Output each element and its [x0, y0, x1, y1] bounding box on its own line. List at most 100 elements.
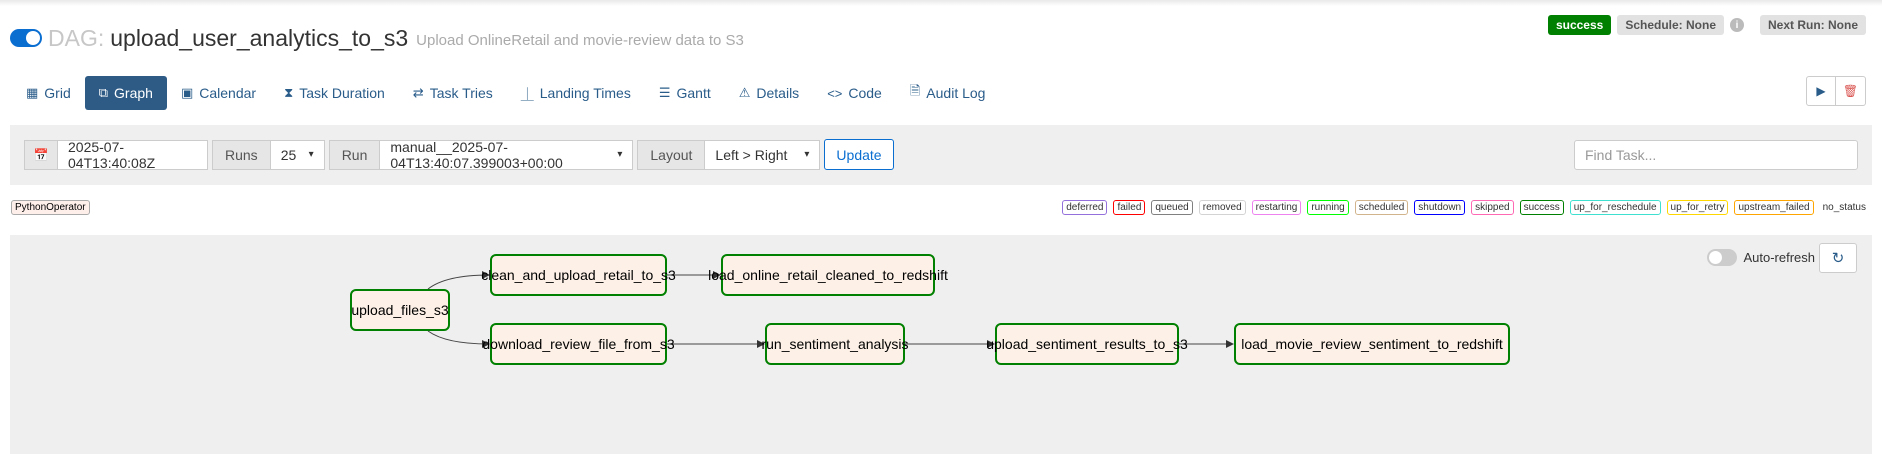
dag-prefix: DAG:: [48, 24, 105, 51]
gantt-icon: ☰: [658, 85, 671, 100]
tab-task-tries[interactable]: ⇄ Task Tries: [399, 76, 507, 110]
tab-details[interactable]: ⚠ Details: [725, 76, 813, 110]
find-task-input[interactable]: Find Task...: [1574, 140, 1858, 170]
dag-actions: ▶ 🗑: [1806, 76, 1866, 106]
tab-label: Task Duration: [299, 85, 385, 101]
layout-value: Left > Right: [715, 146, 788, 163]
refresh-button[interactable]: ↻: [1819, 243, 1857, 273]
dag-title: upload_user_analytics_to_s3: [110, 24, 409, 51]
tab-label: Details: [756, 85, 800, 101]
auto-refresh-switch[interactable]: [1707, 249, 1738, 266]
audit-icon: 🗎: [909, 83, 921, 98]
layout-select[interactable]: Left > Right ▾: [705, 139, 821, 170]
tab-task-duration[interactable]: ⧗ Task Duration: [270, 76, 399, 110]
state-legend: deferred failed queued removed restarting run…: [1062, 200, 1869, 215]
legend-removed[interactable]: removed: [1198, 200, 1246, 215]
chevron-down-icon: ▾: [804, 149, 810, 160]
dag-badges: success Schedule: None i Next Run: None: [1547, 15, 1866, 35]
task-node-load-online-retail-cleaned-to-redshift[interactable]: load_online_retail_cleaned_to_redshift: [708, 254, 948, 296]
chevron-down-icon: ▾: [308, 149, 314, 160]
tab-landing-times[interactable]: ⏊ Landing Times: [507, 76, 645, 110]
tab-label: Audit Log: [926, 85, 986, 101]
delete-dag-button[interactable]: 🗑: [1836, 76, 1866, 106]
update-button[interactable]: Update: [824, 139, 894, 170]
run-select[interactable]: manual__2025-07-04T13:40:07.399003+00:00…: [380, 138, 634, 171]
operator-legend-python: PythonOperator: [11, 200, 90, 215]
toggle-knob: [26, 31, 40, 45]
filter-controls: 📅 2025-07-04T13:40:08Z Runs 25 ▾ Run manu…: [24, 138, 894, 171]
retry-icon: ⇄: [412, 85, 424, 100]
legend-no_status[interactable]: no_status: [1820, 201, 1869, 214]
tab-gantt[interactable]: ☰ Gantt: [645, 76, 725, 110]
legend-queued[interactable]: queued: [1151, 200, 1193, 215]
dag-header: DAG: upload_user_analytics_to_s3 Upload …: [10, 20, 744, 56]
graph-icon: ⧉: [98, 85, 109, 100]
hourglass-icon: ⧗: [284, 85, 294, 100]
run-value: manual__2025-07-04T13:40:07.399003+00:00: [390, 138, 563, 171]
code-icon: <>: [827, 85, 843, 101]
tab-label: Code: [848, 85, 882, 101]
task-node-download-review-file-from-s3[interactable]: download_review_file_from_s3: [482, 323, 675, 365]
auto-refresh-toggle[interactable]: Auto-refresh: [1707, 249, 1815, 266]
legend-shutdown[interactable]: shutdown: [1414, 200, 1466, 215]
legend-deferred[interactable]: deferred: [1062, 200, 1108, 215]
legend-scheduled[interactable]: scheduled: [1354, 200, 1409, 215]
switch-knob: [1709, 251, 1723, 264]
status-badge: success: [1547, 15, 1612, 35]
layout-label: Layout: [637, 139, 706, 170]
date-picker-button[interactable]: 📅: [24, 139, 58, 170]
top-shadow: [0, 0, 1882, 6]
runs-value: 25: [280, 146, 297, 163]
dag-graph[interactable]: Auto-refresh ↻ upload_files_s3 clean_and_…: [10, 235, 1872, 454]
legend-restarting[interactable]: restarting: [1251, 200, 1302, 215]
task-node-run-sentiment-analysis[interactable]: run_sentiment_analysis: [761, 323, 909, 365]
task-node-clean-and-upload-retail-to-s3[interactable]: clean_and_upload_retail_to_s3: [481, 254, 676, 296]
tab-label: Grid: [44, 85, 71, 101]
edge-upload_files_s3-to-download_review_file_from_s3: [427, 330, 490, 348]
task-node-upload-sentiment-results-to-s3[interactable]: upload_sentiment_results_to_s3: [986, 323, 1188, 365]
trash-icon: 🗑: [1842, 84, 1859, 98]
tab-graph[interactable]: ⧉ Graph: [84, 76, 167, 110]
tab-label: Gantt: [676, 85, 711, 101]
legend-skipped[interactable]: skipped: [1471, 200, 1514, 215]
dag-description: Upload OnlineRetail and movie-review dat…: [416, 31, 744, 49]
filter-bar: 📅 2025-07-04T13:40:08Z Runs 25 ▾ Run manu…: [10, 125, 1872, 185]
plane-icon: ⏊: [520, 86, 534, 102]
edge-upload_files_s3-to-clean_and_upload_retail_to_s3: [427, 271, 490, 290]
tab-code[interactable]: <> Code: [813, 76, 896, 110]
grid-icon: ▦: [26, 85, 39, 100]
legend-failed[interactable]: failed: [1113, 200, 1146, 215]
task-node-upload-files-s3[interactable]: upload_files_s3: [350, 289, 450, 331]
legend-up_for_retry[interactable]: up_for_retry: [1666, 200, 1729, 215]
legend-upstream_failed[interactable]: upstream_failed: [1734, 200, 1814, 215]
chevron-down-icon: ▾: [617, 149, 623, 160]
tab-grid[interactable]: ▦ Grid: [12, 76, 85, 110]
legend-running[interactable]: running: [1307, 200, 1349, 215]
base-date-input[interactable]: 2025-07-04T13:40:08Z: [58, 138, 208, 171]
auto-refresh-label: Auto-refresh: [1743, 250, 1815, 265]
schedule-badge: Schedule: None: [1617, 15, 1724, 35]
info-icon[interactable]: i: [1730, 18, 1744, 32]
legend-up_for_reschedule[interactable]: up_for_reschedule: [1569, 200, 1661, 215]
next-run-badge: Next Run: None: [1760, 15, 1866, 35]
tab-label: Task Tries: [429, 85, 493, 101]
calendar-icon: 📅: [33, 147, 49, 162]
trigger-dag-button[interactable]: ▶: [1806, 76, 1836, 106]
view-tabs: ▦ Grid ⧉ Graph ▣ Calendar ⧗ Task Duration ⇄ T…: [12, 76, 999, 110]
legend-success[interactable]: success: [1519, 200, 1564, 215]
tab-label: Graph: [114, 85, 153, 101]
dag-pause-toggle[interactable]: [10, 29, 42, 47]
runs-label: Runs: [212, 139, 271, 170]
tab-calendar[interactable]: ▣ Calendar: [167, 76, 270, 110]
refresh-icon: ↻: [1831, 250, 1845, 267]
tab-label: Landing Times: [539, 85, 631, 101]
task-node-load-movie-review-sentiment-to-redshift[interactable]: load_movie_review_sentiment_to_redshift: [1234, 323, 1510, 365]
base-date-value: 2025-07-04T13:40:08Z: [68, 138, 156, 171]
runs-select[interactable]: 25 ▾: [270, 139, 325, 170]
run-label: Run: [328, 139, 381, 170]
warning-icon: ⚠: [738, 85, 751, 100]
tab-audit-log[interactable]: 🗎 Audit Log: [896, 76, 1000, 110]
calendar-icon: ▣: [180, 85, 194, 100]
tab-label: Calendar: [199, 85, 257, 101]
play-icon: ▶: [1816, 84, 1826, 98]
